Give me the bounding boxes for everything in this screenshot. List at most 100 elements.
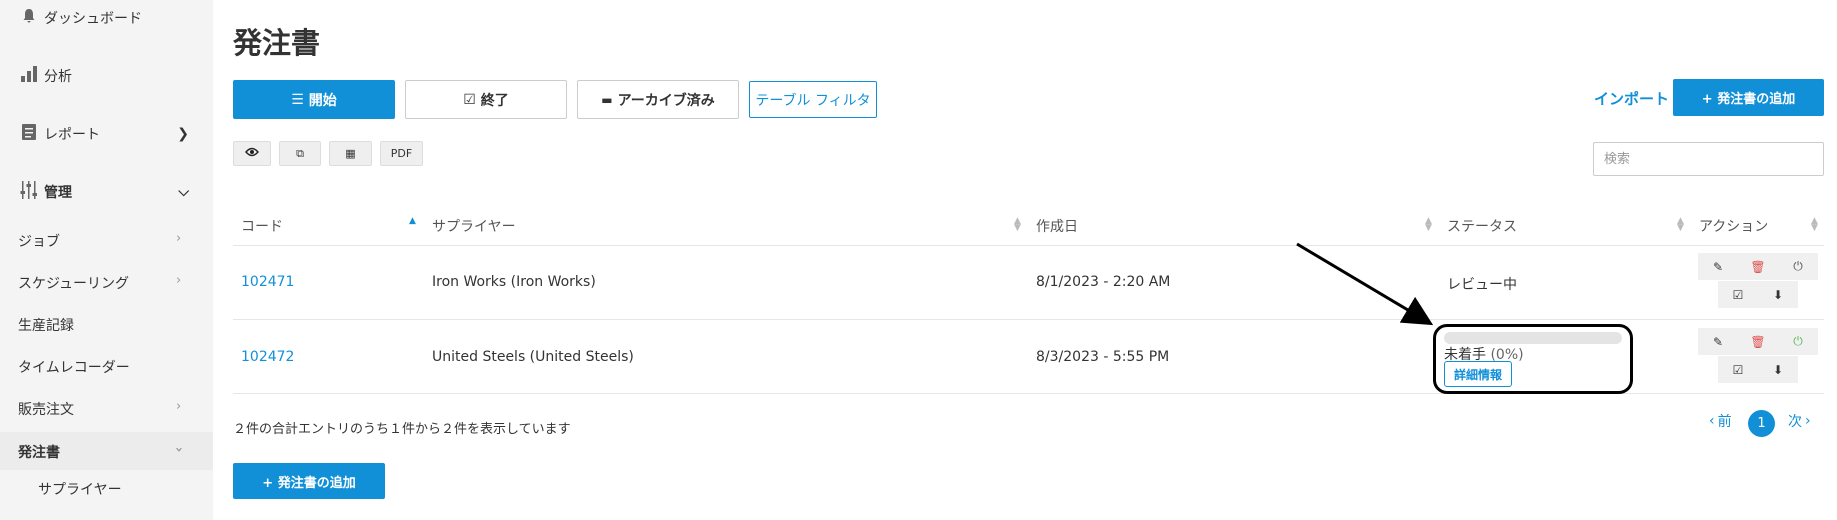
- checkbox-icon: ☑: [1732, 287, 1744, 302]
- tab-archived[interactable]: ▬ アーカイブ済み: [577, 80, 739, 119]
- column-header-status[interactable]: ステータス: [1447, 216, 1517, 236]
- view-button[interactable]: [233, 141, 271, 166]
- page-title: 発注書: [233, 26, 321, 60]
- sidebar-subitem-jobs[interactable]: ジョブ ›: [18, 231, 181, 251]
- divider: [233, 319, 1824, 320]
- sidebar-subitem-purchase-orders[interactable]: 発注書 ›: [18, 442, 186, 462]
- entries-summary: ２件の合計エントリのうち１件から２件を表示しています: [233, 422, 571, 437]
- table-filter-label: テーブル フィルタ: [755, 92, 871, 109]
- search-input[interactable]: [1593, 142, 1824, 176]
- sliders-icon: [18, 180, 40, 204]
- tab-closed-label: 終了: [480, 92, 509, 109]
- row-code-link[interactable]: 102471: [241, 274, 294, 290]
- delete-button[interactable]: 🗑: [1738, 253, 1778, 280]
- sidebar-item-label: ダッシュボード: [44, 11, 142, 27]
- copy-icon: ⧉: [296, 146, 304, 160]
- divider: [233, 245, 1824, 246]
- chevron-down-icon: ⌵: [178, 184, 189, 200]
- power-button[interactable]: ⏻: [1778, 253, 1818, 280]
- close-order-button[interactable]: ☑: [1718, 281, 1758, 308]
- row-code-link[interactable]: 102472: [241, 349, 294, 365]
- pdf-button[interactable]: PDF: [380, 141, 423, 166]
- sidebar-subitem-label: サプライヤー: [38, 482, 122, 498]
- prev-page-link[interactable]: ‹ 前: [1709, 411, 1732, 431]
- sidebar-item-analytics[interactable]: 分析: [0, 64, 213, 88]
- tab-archived-label: アーカイブ済み: [617, 92, 715, 109]
- column-header-created[interactable]: 作成日: [1036, 216, 1078, 236]
- row-status: レビュー中: [1447, 277, 1517, 293]
- trash-icon: 🗑: [1750, 259, 1766, 274]
- sidebar-subitem-suppliers[interactable]: サプライヤー: [38, 479, 122, 499]
- power-button[interactable]: ⏻: [1778, 328, 1818, 355]
- sidebar-subitem-label: 生産記録: [18, 318, 74, 334]
- chevron-left-icon: ‹: [1709, 413, 1715, 429]
- sidebar-subitem-label: ジョブ: [18, 234, 60, 250]
- copy-button[interactable]: ⧉: [279, 141, 321, 166]
- annotation-highlight-box: [1433, 324, 1633, 394]
- sidebar-subitem-sales-orders[interactable]: 販売注文 ›: [18, 399, 181, 419]
- checkbox-icon: ☑: [463, 91, 476, 108]
- tab-open[interactable]: ☰ 開始: [233, 80, 395, 119]
- table-icon: ▦: [345, 147, 356, 160]
- edit-icon: ✎: [1712, 334, 1724, 349]
- bar-chart-icon: [18, 65, 40, 87]
- column-header-supplier[interactable]: サプライヤー: [432, 216, 516, 236]
- chevron-right-icon: ›: [176, 273, 182, 288]
- power-icon: ⏻: [1793, 259, 1803, 273]
- checkbox-icon: ☑: [1732, 362, 1744, 377]
- column-header-code[interactable]: コード: [241, 216, 283, 236]
- row-supplier: Iron Works (Iron Works): [432, 274, 596, 290]
- sidebar-subitem-scheduling[interactable]: スケジューリング ›: [18, 273, 181, 293]
- tab-open-label: 開始: [308, 92, 337, 109]
- delete-button[interactable]: 🗑: [1738, 328, 1778, 355]
- sidebar-item-label: 分析: [44, 69, 72, 85]
- import-link[interactable]: インポート: [1594, 88, 1669, 109]
- edit-icon: ✎: [1712, 259, 1724, 274]
- download-button[interactable]: ⬇: [1758, 281, 1798, 308]
- chevron-right-icon: ❯: [177, 126, 189, 142]
- close-order-button[interactable]: ☑: [1718, 356, 1758, 383]
- row-created: 8/3/2023 - 5:55 PM: [1036, 349, 1170, 365]
- chevron-right-icon: ›: [176, 399, 182, 414]
- sidebar: ダッシュボード 分析 レポート ❯ 管理 ⌵ ジョブ › スケジューリング › …: [0, 0, 213, 520]
- sidebar-item-reports[interactable]: レポート ❯: [0, 122, 213, 146]
- bell-icon: [18, 8, 40, 28]
- sidebar-subitem-time-recorder[interactable]: タイムレコーダー: [18, 357, 130, 377]
- sidebar-item-label: 管理: [44, 185, 72, 201]
- next-page-link[interactable]: 次 ›: [1788, 411, 1811, 431]
- trash-icon: 🗑: [1750, 334, 1766, 349]
- add-purchase-order-button[interactable]: + 発注書の追加: [1673, 79, 1824, 116]
- sidebar-subitem-label: 発注書: [18, 445, 60, 461]
- sidebar-subitem-label: 販売注文: [18, 402, 74, 418]
- page-number-button[interactable]: 1: [1748, 410, 1775, 437]
- row-supplier: United Steels (United Steels): [432, 349, 634, 365]
- prev-label: 前: [1717, 414, 1732, 430]
- edit-button[interactable]: ✎: [1698, 328, 1738, 355]
- download-button[interactable]: ⬇: [1758, 356, 1798, 383]
- add-purchase-order-bottom-button[interactable]: + 発注書の追加: [233, 463, 385, 499]
- list-icon: ☰: [291, 91, 304, 108]
- chevron-right-icon: ›: [176, 231, 182, 246]
- inbox-icon: ▬: [601, 92, 613, 107]
- download-icon: ⬇: [1772, 287, 1784, 302]
- document-icon: [18, 123, 40, 145]
- sort-icon: ▲ ▼: [1425, 216, 1432, 233]
- sidebar-item-dashboard[interactable]: ダッシュボード: [0, 6, 213, 30]
- sort-icon: ▲ ▼: [1677, 216, 1684, 233]
- chevron-down-icon: ›: [171, 446, 187, 453]
- sort-icon: ▲ ▼: [1014, 216, 1021, 233]
- download-icon: ⬇: [1772, 362, 1784, 377]
- sort-icon: ▲ ▼: [1811, 216, 1818, 233]
- sidebar-item-admin[interactable]: 管理 ⌵: [0, 180, 213, 204]
- csv-button[interactable]: ▦: [329, 141, 372, 166]
- row-created: 8/1/2023 - 2:20 AM: [1036, 274, 1171, 290]
- sidebar-subitem-label: タイムレコーダー: [18, 360, 130, 376]
- eye-icon: [245, 147, 259, 160]
- next-label: 次: [1788, 414, 1802, 430]
- sidebar-subitem-production-log[interactable]: 生産記録: [18, 315, 74, 335]
- table-filter-button[interactable]: テーブル フィルタ: [749, 81, 877, 118]
- edit-button[interactable]: ✎: [1698, 253, 1738, 280]
- column-header-actions: アクション: [1699, 219, 1769, 235]
- tab-closed[interactable]: ☑ 終了: [405, 80, 567, 119]
- power-icon: ⏻: [1793, 334, 1803, 348]
